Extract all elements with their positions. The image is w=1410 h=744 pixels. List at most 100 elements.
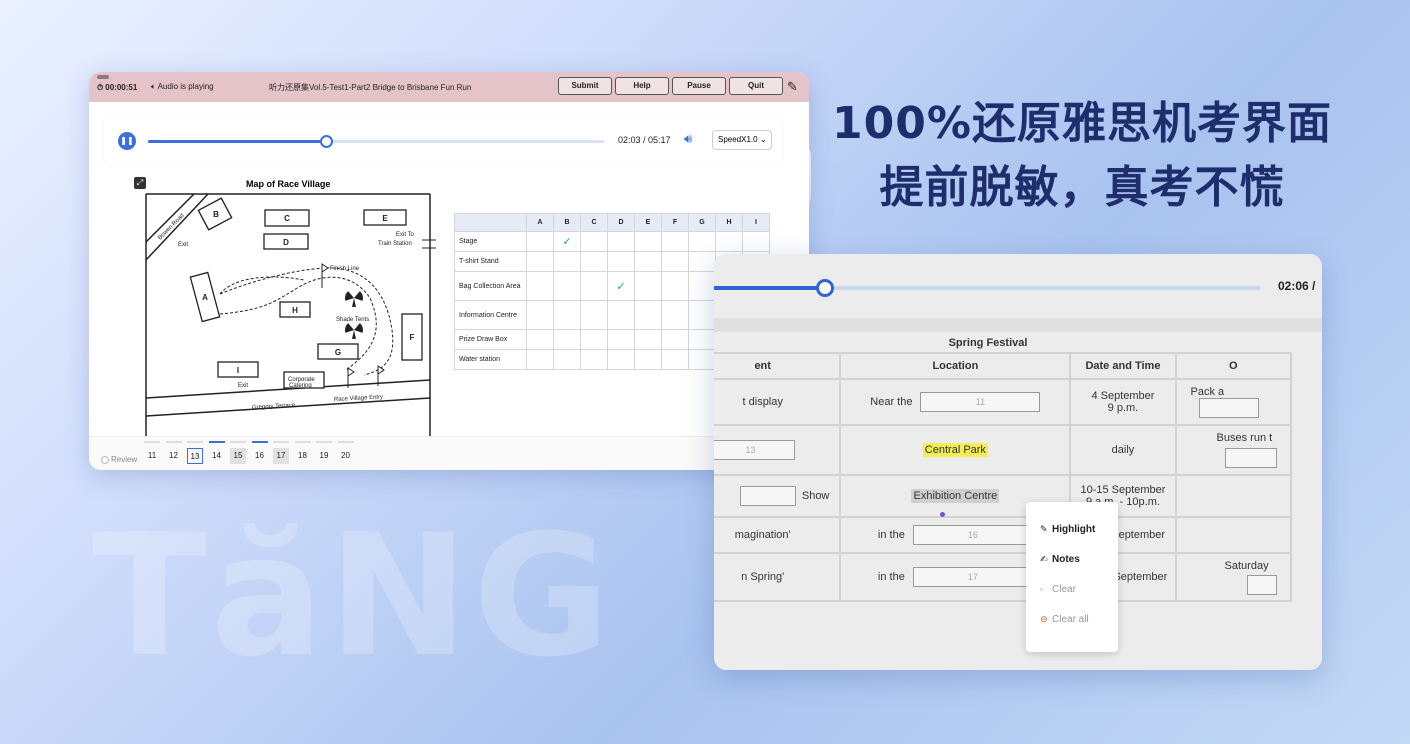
grid-answer-cell[interactable]	[661, 271, 689, 301]
header-date-time: Date and Time	[1069, 352, 1177, 380]
question-status-bar	[337, 441, 354, 443]
audio-status-text: Audio is playing	[157, 82, 214, 91]
audio-progress-track[interactable]	[714, 279, 1260, 297]
grid-answer-cell[interactable]	[580, 349, 608, 370]
grid-answer-cell[interactable]	[607, 349, 635, 370]
menu-item-notes[interactable]: ✍ Notes	[1040, 554, 1080, 565]
grid-answer-cell[interactable]	[526, 271, 554, 301]
review-checkbox[interactable]: Review	[101, 455, 137, 464]
grid-answer-cell[interactable]	[580, 271, 608, 301]
grid-answer-cell[interactable]	[715, 231, 743, 252]
grid-answer-cell[interactable]: ✓	[607, 271, 635, 301]
question-number-17[interactable]: 17	[273, 448, 289, 464]
audio-progress-knob[interactable]	[319, 135, 333, 148]
grid-answer-cell[interactable]	[634, 251, 662, 272]
question-status-bar	[273, 441, 289, 443]
grid-answer-cell[interactable]	[661, 349, 689, 370]
audio-progress-track[interactable]	[148, 135, 604, 148]
clock-icon: ⏱	[97, 83, 104, 92]
grid-answer-cell[interactable]	[553, 300, 581, 330]
grid-answer-cell[interactable]	[661, 329, 689, 350]
grid-answer-cell[interactable]	[607, 231, 635, 252]
grid-answer-cell[interactable]	[580, 251, 608, 272]
question-number-19[interactable]: 19	[316, 448, 332, 464]
grid-answer-cell[interactable]	[526, 300, 554, 330]
menu-item-clear-all[interactable]: ⊖ Clear all	[1040, 614, 1089, 625]
pause-icon[interactable]: ❚❚	[118, 132, 136, 150]
table-cell: daily	[1069, 424, 1177, 476]
audio-status: 🔈︎ Audio is playing	[151, 82, 214, 92]
audio-progress-knob[interactable]	[816, 279, 834, 297]
answer-input-13[interactable]: 13	[714, 440, 796, 460]
question-number-15[interactable]: 15	[230, 448, 246, 464]
submit-button[interactable]: Submit	[558, 77, 612, 95]
answer-input-15[interactable]	[739, 486, 796, 506]
answer-input-17[interactable]: 17	[912, 567, 1033, 587]
grid-answer-cell[interactable]	[580, 231, 608, 252]
grid-answer-cell[interactable]	[526, 231, 554, 252]
grid-answer-cell[interactable]	[742, 231, 770, 252]
grid-answer-cell[interactable]	[607, 251, 635, 272]
help-button[interactable]: Help	[615, 77, 669, 95]
grid-answer-cell[interactable]	[688, 271, 716, 301]
question-status-bar	[165, 441, 182, 443]
grid-answer-cell[interactable]	[688, 349, 716, 370]
grid-answer-cell[interactable]	[526, 251, 554, 272]
question-navigator: Review 11 12 13 14 15 16 17 18 19 20	[89, 436, 809, 470]
race-village-map: B C D E A H G F I Bowen Road Exit Exit T…	[145, 193, 436, 436]
grid-answer-cell[interactable]	[607, 300, 635, 330]
grid-answer-cell[interactable]	[688, 251, 716, 272]
question-number-18[interactable]: 18	[295, 448, 311, 464]
volume-icon[interactable]: 🔊︎	[684, 131, 692, 147]
answer-input-11[interactable]: 11	[920, 392, 1041, 412]
festival-window: 02:06 / Spring Festival ent Location Dat…	[714, 254, 1322, 670]
grid-row-label: Water station	[454, 349, 527, 370]
quit-button[interactable]: Quit	[729, 77, 783, 95]
grid-answer-cell[interactable]	[634, 231, 662, 252]
answer-input-12[interactable]	[1198, 398, 1259, 418]
grid-answer-cell[interactable]: ✓	[553, 231, 581, 252]
grid-answer-cell[interactable]	[553, 271, 581, 301]
question-number-12[interactable]: 12	[166, 448, 182, 464]
shade-tent-icons	[345, 288, 363, 339]
grid-answer-cell[interactable]	[634, 300, 662, 330]
grid-answer-cell[interactable]	[634, 329, 662, 350]
grid-answer-cell[interactable]	[607, 329, 635, 350]
headline: 100%还原雅思机考界面 提前脱敏，真考不慌	[822, 92, 1342, 220]
question-number-11[interactable]: 11	[144, 448, 160, 464]
grid-answer-cell[interactable]	[688, 300, 716, 330]
grid-answer-cell[interactable]	[634, 349, 662, 370]
highlighted-text[interactable]: Central Park	[922, 443, 988, 457]
grid-answer-cell[interactable]	[580, 300, 608, 330]
pause-button[interactable]: Pause	[672, 77, 726, 95]
grid-answer-cell[interactable]	[553, 329, 581, 350]
grid-answer-cell[interactable]	[553, 251, 581, 272]
grid-answer-cell[interactable]	[580, 329, 608, 350]
grid-answer-cell[interactable]	[688, 329, 716, 350]
question-number-14[interactable]: 14	[209, 448, 225, 464]
map-box-b: B	[213, 210, 219, 219]
menu-item-clear[interactable]: ▫ Clear	[1040, 584, 1076, 595]
grid-answer-cell[interactable]	[661, 300, 689, 330]
speed-select[interactable]: SpeedX1.0 ⌄	[712, 130, 772, 150]
table-cell: 4 September 9 p.m.	[1069, 378, 1177, 426]
answer-input-16[interactable]: 16	[912, 525, 1033, 545]
answer-input-14[interactable]	[1224, 448, 1277, 468]
expand-icon[interactable]: ⤢	[134, 177, 146, 189]
grid-answer-cell[interactable]	[661, 231, 689, 252]
question-number-16[interactable]: 16	[252, 448, 268, 464]
edit-icon[interactable]: ✎	[787, 79, 798, 95]
grid-answer-cell[interactable]	[553, 349, 581, 370]
grid-answer-cell[interactable]	[688, 231, 716, 252]
header-event: ent	[714, 352, 842, 380]
grid-answer-cell[interactable]	[526, 349, 554, 370]
grid-answer-cell[interactable]	[661, 251, 689, 272]
grid-answer-cell[interactable]	[526, 329, 554, 350]
selected-text[interactable]: Exhibition Centre	[911, 489, 1000, 503]
grid-answer-cell[interactable]	[634, 271, 662, 301]
menu-item-highlight[interactable]: ✎ Highlight	[1040, 524, 1095, 535]
answer-input-18[interactable]	[1246, 574, 1277, 595]
question-number-20[interactable]: 20	[338, 448, 354, 464]
question-number-13[interactable]: 13	[187, 448, 203, 464]
table-cell: Near the 11	[839, 378, 1072, 426]
